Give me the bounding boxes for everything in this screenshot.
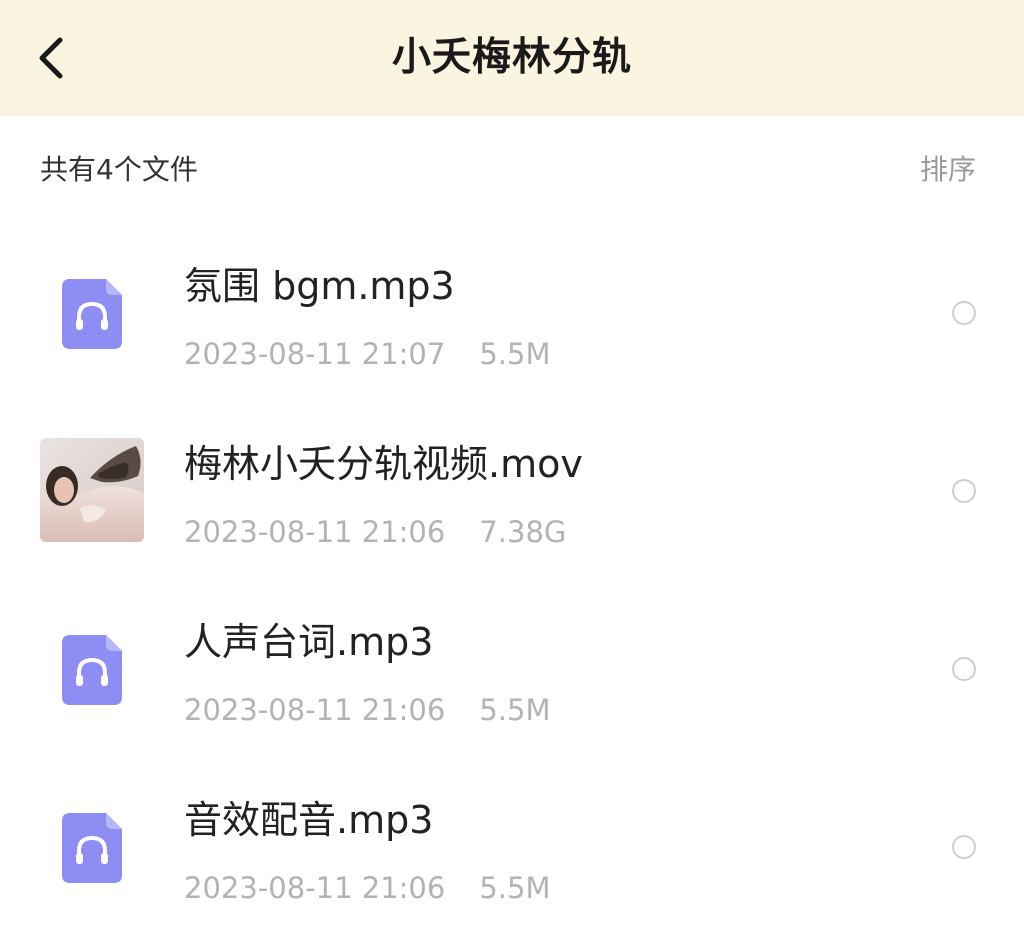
select-radio[interactable]: [952, 479, 976, 503]
file-row-1[interactable]: 氛围 bgm.mp3 2023-08-11 21:07 5.5M: [0, 224, 1024, 402]
video-thumbnail: [40, 438, 144, 542]
file-meta: 2023-08-11 21:07 5.5M: [184, 334, 550, 374]
file-row-4[interactable]: 音效配音.mp3 2023-08-11 21:06 5.5M: [0, 758, 1024, 930]
nav-header: 小夭梅林分轨: [0, 0, 1024, 116]
select-radio[interactable]: [952, 835, 976, 859]
video-thumbnail-image: [40, 438, 144, 542]
sort-button[interactable]: 排序: [920, 148, 976, 192]
file-size: 5.5M: [479, 337, 551, 371]
page-title: 小夭梅林分轨: [391, 35, 632, 80]
file-meta: 2023-08-11 21:06 7.38G: [184, 512, 566, 552]
file-size: 5.5M: [479, 693, 551, 727]
file-size: 5.5M: [479, 871, 551, 905]
file-name: 氛围 bgm.mp3: [184, 264, 455, 308]
file-name: 人声台词.mp3: [184, 620, 434, 664]
file-meta: 2023-08-11 21:06 5.5M: [184, 868, 550, 908]
headphones-file-icon: [62, 813, 122, 883]
file-date: 2023-08-11 21:06: [184, 693, 446, 727]
file-date: 2023-08-11 21:06: [184, 515, 446, 549]
file-row-3[interactable]: 人声台词.mp3 2023-08-11 21:06 5.5M: [0, 580, 1024, 758]
file-meta: 2023-08-11 21:06 5.5M: [184, 690, 550, 730]
file-size: 7.38G: [479, 515, 567, 549]
file-count-label: 共有4个文件: [40, 153, 198, 186]
file-list-screen: 小夭梅林分轨 共有4个文件 排序 氛围 bgm.mp3 2023-08-11 2…: [0, 0, 1024, 930]
file-row-2[interactable]: 梅林小夭分轨视频.mov 2023-08-11 21:06 7.38G: [0, 402, 1024, 580]
file-name: 音效配音.mp3: [184, 798, 434, 842]
file-name: 梅林小夭分轨视频.mov: [184, 442, 583, 486]
select-radio[interactable]: [952, 301, 976, 325]
headphones-file-icon: [62, 635, 122, 705]
select-radio[interactable]: [952, 657, 976, 681]
file-date: 2023-08-11 21:07: [184, 337, 446, 371]
file-date: 2023-08-11 21:06: [184, 871, 446, 905]
headphones-file-icon: [62, 279, 122, 349]
